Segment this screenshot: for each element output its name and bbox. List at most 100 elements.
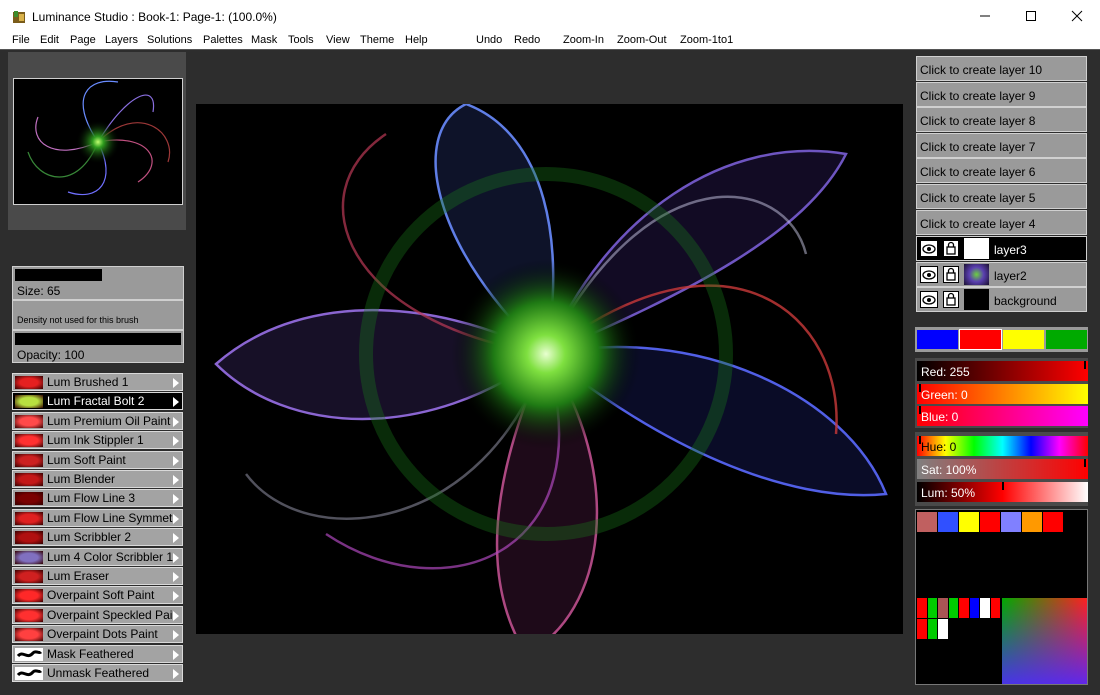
submenu-arrow-icon[interactable] bbox=[173, 475, 179, 485]
lock-icon[interactable] bbox=[943, 291, 959, 309]
red-slider[interactable]: Red: 255 bbox=[917, 361, 1088, 381]
palette-swatch[interactable] bbox=[1001, 512, 1021, 532]
submenu-arrow-icon[interactable] bbox=[173, 649, 179, 660]
green-slider-thumb[interactable] bbox=[919, 384, 921, 392]
menu-help[interactable]: Help bbox=[405, 34, 428, 46]
swatch-red[interactable] bbox=[959, 329, 1002, 350]
create-layer-slot[interactable]: Click to create layer 7 bbox=[916, 132, 1087, 158]
create-layer-slot[interactable]: Click to create layer 5 bbox=[916, 184, 1087, 209]
create-layer-slot[interactable]: Click to create layer 8 bbox=[916, 107, 1087, 133]
brush-item[interactable]: Overpaint Dots Paint bbox=[12, 625, 183, 644]
palette-swatch[interactable] bbox=[938, 512, 958, 532]
menu-theme[interactable]: Theme bbox=[360, 34, 394, 46]
palette-swatch[interactable] bbox=[969, 598, 979, 618]
palette-swatch[interactable] bbox=[938, 619, 948, 639]
submenu-arrow-icon[interactable] bbox=[173, 669, 179, 679]
eye-icon[interactable] bbox=[920, 291, 938, 309]
zoom-in-button[interactable]: Zoom-In bbox=[563, 34, 604, 46]
drawing-canvas[interactable] bbox=[196, 102, 903, 656]
palette-swatch[interactable] bbox=[959, 598, 969, 618]
brush-item[interactable]: Lum Fractal Bolt 2 bbox=[12, 392, 183, 411]
brush-item[interactable]: Unmask Feathered bbox=[12, 664, 183, 682]
palette-swatch[interactable] bbox=[948, 598, 958, 618]
swatch-yellow[interactable] bbox=[1003, 330, 1044, 349]
palette-swatch[interactable] bbox=[980, 512, 1000, 532]
palette-swatch[interactable] bbox=[1043, 512, 1063, 532]
eye-icon[interactable] bbox=[920, 265, 938, 283]
eye-icon[interactable] bbox=[920, 240, 938, 257]
palette-swatch[interactable] bbox=[1022, 512, 1042, 532]
sat-slider-thumb[interactable] bbox=[1084, 459, 1086, 467]
swatch-blue[interactable] bbox=[917, 330, 958, 349]
palette-swatch[interactable] bbox=[938, 598, 948, 618]
green-slider[interactable]: Green: 0 bbox=[917, 384, 1088, 404]
palette-swatch[interactable] bbox=[927, 619, 937, 639]
menu-palettes[interactable]: Palettes bbox=[203, 34, 243, 46]
brush-item[interactable]: Lum Flow Line 3 bbox=[12, 489, 183, 508]
brush-item[interactable]: Lum Flow Line Symmetr bbox=[12, 508, 183, 527]
submenu-arrow-icon[interactable] bbox=[173, 397, 179, 408]
submenu-arrow-icon[interactable] bbox=[173, 416, 179, 427]
submenu-arrow-icon[interactable] bbox=[173, 552, 179, 563]
sat-slider[interactable]: Sat: 100% bbox=[917, 459, 1088, 479]
red-slider-thumb[interactable] bbox=[1084, 361, 1086, 369]
blue-slider[interactable]: Blue: 0 bbox=[917, 406, 1088, 426]
submenu-arrow-icon[interactable] bbox=[173, 572, 179, 582]
swatch-green[interactable] bbox=[1046, 330, 1087, 349]
submenu-arrow-icon[interactable] bbox=[173, 378, 179, 388]
menu-view[interactable]: View bbox=[326, 34, 350, 46]
submenu-arrow-icon[interactable] bbox=[173, 455, 179, 466]
lum-slider-thumb[interactable] bbox=[1002, 482, 1004, 490]
undo-button[interactable]: Undo bbox=[476, 34, 502, 46]
create-layer-slot[interactable]: Click to create layer 6 bbox=[916, 158, 1087, 184]
submenu-arrow-icon[interactable] bbox=[173, 630, 179, 641]
submenu-arrow-icon[interactable] bbox=[173, 513, 179, 524]
menu-solutions[interactable]: Solutions bbox=[147, 34, 192, 46]
hue-slider[interactable]: Hue: 0 bbox=[917, 436, 1088, 456]
create-layer-slot[interactable]: Click to create layer 4 bbox=[916, 209, 1087, 235]
opacity-control[interactable]: Opacity: 100 bbox=[12, 330, 184, 363]
submenu-arrow-icon[interactable] bbox=[173, 533, 179, 544]
menu-tools[interactable]: Tools bbox=[288, 34, 314, 46]
color-mixer-area[interactable] bbox=[1002, 598, 1087, 684]
brush-item[interactable]: Lum Eraser bbox=[12, 567, 183, 585]
size-control[interactable]: Size: 65 bbox=[12, 266, 184, 300]
brush-item[interactable]: Lum 4 Color Scribbler 1 bbox=[12, 547, 183, 566]
palette-swatch[interactable] bbox=[917, 619, 927, 639]
submenu-arrow-icon[interactable] bbox=[173, 436, 179, 447]
brush-item[interactable]: Overpaint Speckled Pain bbox=[12, 605, 183, 624]
create-layer-slot[interactable]: Click to create layer 10 bbox=[916, 56, 1087, 81]
minimize-button[interactable] bbox=[962, 0, 1008, 32]
brush-item[interactable]: Lum Brushed 1 bbox=[12, 373, 183, 391]
menu-edit[interactable]: Edit bbox=[40, 34, 59, 46]
brush-item[interactable]: Mask Feathered bbox=[12, 644, 183, 663]
menu-page[interactable]: Page bbox=[70, 34, 96, 46]
lum-slider[interactable]: Lum: 50% bbox=[917, 482, 1088, 502]
hue-slider-thumb[interactable] bbox=[919, 436, 921, 444]
brush-item[interactable]: Overpaint Soft Paint bbox=[12, 586, 183, 605]
palette-swatch[interactable] bbox=[927, 598, 937, 618]
palette-swatch[interactable] bbox=[917, 512, 937, 532]
brush-item[interactable]: Lum Premium Oil Paint bbox=[12, 411, 183, 430]
create-layer-slot[interactable]: Click to create layer 9 bbox=[916, 81, 1087, 107]
palette-swatch[interactable] bbox=[917, 598, 927, 618]
layer-row[interactable]: background bbox=[916, 287, 1087, 313]
brush-item[interactable]: Lum Blender bbox=[12, 470, 183, 488]
brush-item[interactable]: Lum Soft Paint bbox=[12, 450, 183, 469]
zoom-1to1-button[interactable]: Zoom-1to1 bbox=[680, 34, 733, 46]
close-button[interactable] bbox=[1054, 0, 1100, 32]
palette-swatch[interactable] bbox=[990, 598, 1000, 618]
menu-file[interactable]: File bbox=[12, 34, 30, 46]
lock-icon[interactable] bbox=[943, 240, 959, 257]
blue-slider-thumb[interactable] bbox=[919, 406, 921, 414]
menu-layers[interactable]: Layers bbox=[105, 34, 138, 46]
submenu-arrow-icon[interactable] bbox=[173, 494, 179, 505]
menu-mask[interactable]: Mask bbox=[251, 34, 277, 46]
submenu-arrow-icon[interactable] bbox=[173, 610, 179, 621]
navigator-thumbnail[interactable] bbox=[13, 78, 183, 205]
layer-row[interactable]: layer2 bbox=[916, 261, 1087, 287]
palette-swatch[interactable] bbox=[959, 512, 979, 532]
submenu-arrow-icon[interactable] bbox=[173, 591, 179, 602]
maximize-button[interactable] bbox=[1008, 0, 1054, 32]
lock-icon[interactable] bbox=[943, 265, 959, 283]
